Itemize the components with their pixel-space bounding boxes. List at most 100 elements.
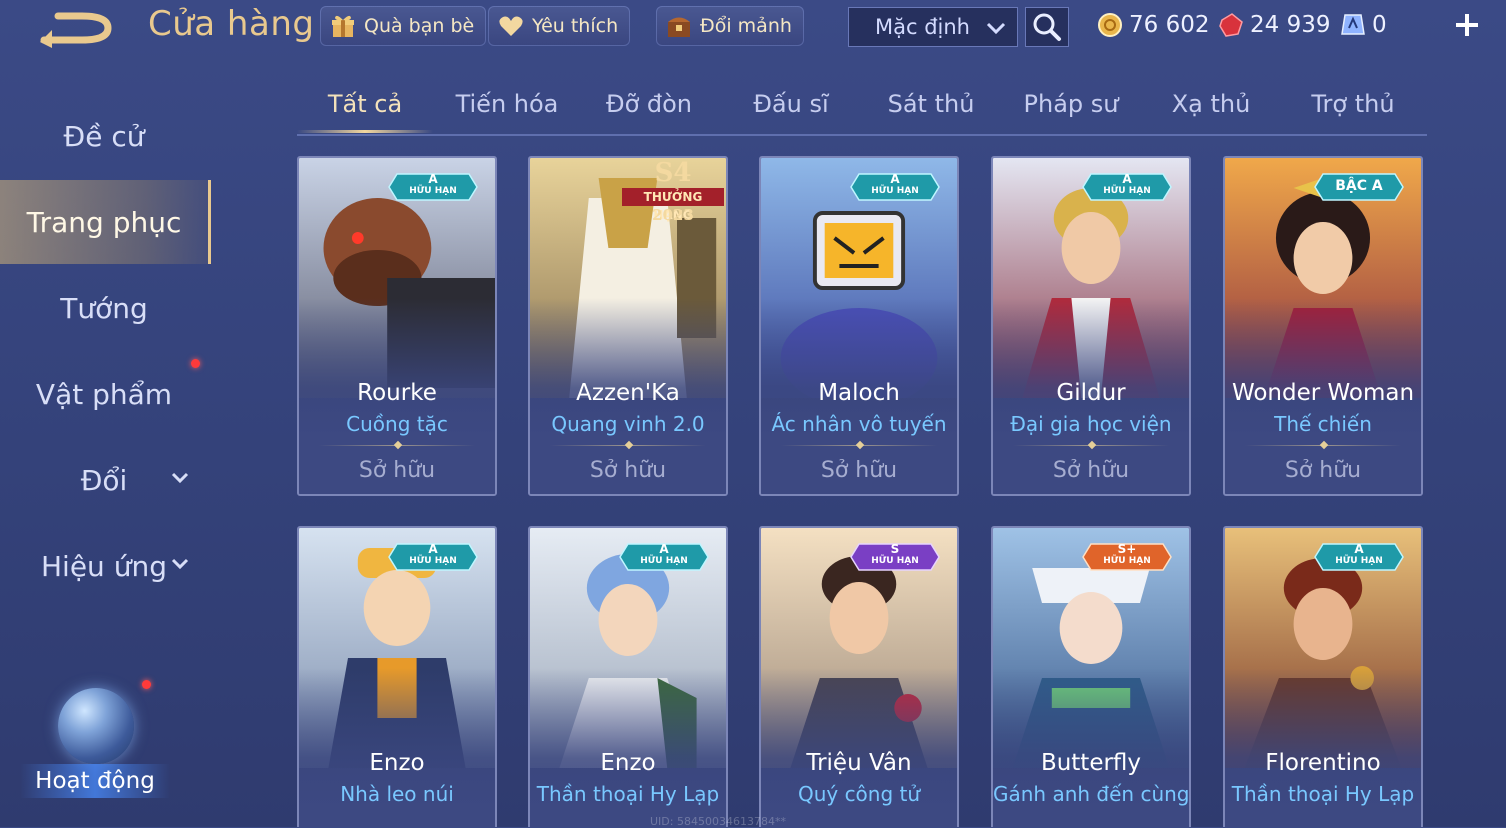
category-tabs: Tất cả Tiến hóa Đỡ đòn Đấu sĩ Sát thủ Ph…	[297, 78, 1427, 136]
hero-name: Wonder Woman	[1231, 380, 1415, 406]
top-up-button[interactable]	[1450, 8, 1484, 42]
sidebar-item-exchange[interactable]: Đổi	[0, 438, 208, 522]
owned-status: Sở hữu	[1284, 458, 1362, 483]
skin-name: Cuồng tặc	[346, 412, 448, 436]
sidebar-item-label: Trang phục	[26, 205, 182, 239]
hero-name: Butterfly	[1040, 750, 1142, 776]
tab-evolution[interactable]: Tiến hóa	[439, 78, 575, 130]
tier-letter: A	[1122, 172, 1132, 186]
activity-label: Hoạt động	[20, 764, 170, 798]
sidebar-item-items[interactable]: Vật phẩm	[0, 352, 208, 436]
voucher-amount: 24 939	[1250, 12, 1331, 38]
limited-label: HỮU HẠN	[409, 556, 457, 566]
friend-gift-button[interactable]: Quà bạn bè	[320, 6, 487, 46]
sidebar-item-label: Hiệu ứng	[41, 549, 167, 583]
tier-badge: A HỮU HẠN	[1081, 172, 1173, 202]
limited-label: HỮU HẠN	[1103, 186, 1151, 196]
uid-watermark: UID: 58450034613784**	[650, 815, 786, 828]
tab-assassin[interactable]: Sát thủ	[863, 78, 999, 130]
owned-status: Sở hữu	[820, 458, 898, 483]
skin-card[interactable]: A HỮU HẠN Rourke Cuồng tặc Sở hữu	[297, 156, 497, 496]
chevron-down-icon	[171, 472, 189, 484]
skin-grid: A HỮU HẠN Rourke Cuồng tặc Sở hữu S4 THƯ…	[297, 156, 1427, 827]
ranked-season-badge: S4 THƯỞNG HẠNG 2023	[618, 158, 726, 228]
hero-name: Triệu Vân	[806, 750, 912, 776]
activity-orb-icon	[58, 688, 134, 764]
favorite-label: Yêu thích	[532, 15, 619, 37]
tab-marksman[interactable]: Xạ thủ	[1143, 78, 1279, 130]
tier-badge: BẬC A	[1313, 172, 1405, 202]
ranked-label: THƯỞNG HẠNG	[622, 188, 724, 222]
shard-exchange-button[interactable]: Đổi mảnh	[656, 6, 804, 46]
sidebar-item-skins[interactable]: Trang phục	[0, 180, 211, 264]
skin-card[interactable]: S HỮU HẠN Triệu Vân Quý công tử	[759, 526, 959, 827]
skin-card[interactable]: A HỮU HẠN Enzo Nhà leo núi	[297, 526, 497, 827]
friend-gift-label: Quà bạn bè	[364, 15, 475, 37]
hero-name: Enzo	[600, 750, 656, 776]
skin-name: Ác nhân vô tuyến	[771, 412, 947, 436]
limited-label: HỮU HẠN	[871, 186, 919, 196]
gold-coin-icon	[1098, 13, 1122, 37]
limited-label: HỮU HẠN	[1335, 556, 1383, 566]
tier-badge: A HỮU HẠN	[618, 542, 710, 572]
search-button[interactable]	[1025, 7, 1069, 47]
page-title: Cửa hàng	[148, 4, 315, 44]
tab-tank[interactable]: Đỡ đòn	[581, 78, 717, 130]
skin-card[interactable]: A HỮU HẠN Enzo Thần thoại Hy Lạp	[528, 526, 728, 827]
back-button[interactable]	[38, 8, 118, 48]
favorite-button[interactable]: Yêu thích	[488, 6, 631, 46]
sort-dropdown[interactable]: Mặc định	[848, 7, 1018, 47]
skin-card[interactable]: S+ HỮU HẠN Butterfly Gánh anh đến cùng	[991, 526, 1191, 827]
tab-all[interactable]: Tất cả	[297, 78, 433, 133]
tier-label: BẬC A	[1335, 178, 1383, 194]
activity-button[interactable]: Hoạt động	[20, 680, 170, 810]
hero-name: Maloch	[818, 380, 900, 406]
season-title: S4	[654, 158, 692, 188]
skin-card[interactable]: A HỮU HẠN Maloch Ác nhân vô tuyến Sở hữu	[759, 156, 959, 496]
tier-badge: S+ HỮU HẠN	[1081, 542, 1173, 572]
tab-fighter[interactable]: Đấu sĩ	[723, 78, 859, 130]
diamond-balance: 0	[1340, 8, 1387, 42]
sidebar-item-effects[interactable]: Hiệu ứng	[0, 524, 208, 608]
skin-card[interactable]: S4 THƯỞNG HẠNG 2023 Azzen'Ka Quang vinh …	[528, 156, 728, 496]
hero-name: Florentino	[1265, 750, 1381, 776]
chevron-down-icon	[986, 22, 1006, 35]
diamond-amount: 0	[1372, 12, 1387, 38]
limited-label: HỮU HẠN	[640, 556, 688, 566]
sidebar-item-label: Đề cử	[63, 119, 145, 153]
skin-card[interactable]: BẬC A Wonder Woman Thế chiến Sở hữu	[1223, 156, 1423, 496]
tier-badge: A HỮU HẠN	[1313, 542, 1405, 572]
ranked-year: 2023	[652, 206, 694, 224]
sidebar-item-label: Tướng	[60, 291, 148, 325]
skin-card[interactable]: A HỮU HẠN Gildur Đại gia học viện Sở hữu	[991, 156, 1191, 496]
tier-letter: S+	[1117, 542, 1137, 556]
limited-label: HỮU HẠN	[871, 556, 919, 566]
hero-name: Enzo	[369, 750, 425, 776]
back-arrow-icon	[40, 12, 112, 48]
top-bar: Cửa hàng Quà bạn bè Yêu thích Đổi mảnh M…	[0, 0, 1506, 56]
chest-icon	[668, 17, 690, 37]
shard-exchange-label: Đổi mảnh	[700, 15, 792, 37]
tier-letter: A	[1354, 542, 1364, 556]
skin-name: Quang vinh 2.0	[551, 412, 705, 436]
tier-badge: A HỮU HẠN	[387, 172, 479, 202]
skin-card[interactable]: A HỮU HẠN Florentino Thần thoại Hy Lạp	[1223, 526, 1423, 827]
sidebar-item-featured[interactable]: Đề cử	[0, 94, 208, 178]
owned-status: Sở hữu	[1052, 458, 1130, 483]
tier-letter: A	[428, 172, 438, 186]
limited-label: HỮU HẠN	[1103, 556, 1151, 566]
search-icon	[1033, 13, 1061, 41]
tab-support[interactable]: Trợ thủ	[1285, 78, 1421, 130]
skin-name: Thế chiến	[1274, 412, 1372, 436]
tier-badge: A HỮU HẠN	[849, 172, 941, 202]
owned-status: Sở hữu	[358, 458, 436, 483]
hero-name: Gildur	[1056, 380, 1126, 406]
plus-icon	[1456, 14, 1478, 36]
tier-badge: A HỮU HẠN	[387, 542, 479, 572]
tier-letter: A	[659, 542, 669, 556]
skin-name: Đại gia học viện	[1010, 412, 1172, 436]
sidebar-item-heroes[interactable]: Tướng	[0, 266, 208, 350]
tab-mage[interactable]: Pháp sư	[1003, 78, 1139, 130]
sort-value: Mặc định	[875, 15, 970, 39]
sidebar-item-label: Vật phẩm	[35, 377, 173, 411]
